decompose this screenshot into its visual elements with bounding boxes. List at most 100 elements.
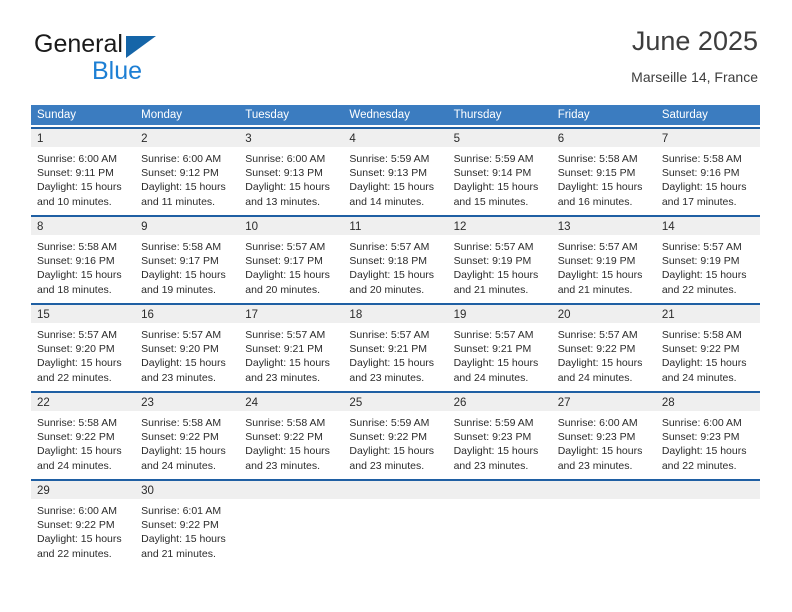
calendar-week-row: 22 Sunrise: 5:58 AM Sunset: 9:22 PM Dayligh… [31,391,760,479]
day-detail-line: Sunrise: 5:57 AM [453,241,534,253]
day-detail-line: Sunrise: 5:58 AM [661,153,742,165]
day-number-band: 14 [655,217,760,235]
calendar-day-cell[interactable]: 5 Sunrise: 5:59 AM Sunset: 9:14 PM Daylight… [447,129,552,215]
day-detail-line: Daylight: 15 hours [661,445,747,458]
day-number-band [447,481,552,499]
calendar-day-cell[interactable]: 27 Sunrise: 6:00 AM Sunset: 9:23 PM Dayligh… [551,393,656,479]
calendar-day-cell[interactable]: 18 Sunrise: 5:57 AM Sunset: 9:21 PM Dayligh… [343,305,448,391]
calendar-day-cell[interactable]: 25 Sunrise: 5:59 AM Sunset: 9:22 PM Dayligh… [343,393,448,479]
day-detail-line: and 23 minutes. [245,371,320,384]
calendar-day-cell[interactable]: 24 Sunrise: 5:58 AM Sunset: 9:22 PM Dayligh… [239,393,344,479]
calendar-day-cell[interactable]: 9 Sunrise: 5:58 AM Sunset: 9:17 PM Daylight… [135,217,240,303]
day-detail-line: Daylight: 15 hours [349,445,435,458]
day-details: Sunrise: 5:57 AM Sunset: 9:18 PM Daylight:… [343,235,447,297]
calendar-day-cell[interactable]: 26 Sunrise: 5:59 AM Sunset: 9:23 PM Dayligh… [447,393,552,479]
day-detail-line: and 20 minutes. [245,283,320,296]
day-detail-line: Sunrise: 5:57 AM [245,241,326,253]
day-detail-line: Sunrise: 5:57 AM [557,329,638,341]
day-detail-line: Sunset: 9:21 PM [349,343,428,356]
day-detail-line: and 23 minutes. [557,459,633,472]
day-number: 4 [349,133,356,145]
calendar-day-cell[interactable]: 3 Sunrise: 6:00 AM Sunset: 9:13 PM Daylight… [239,129,344,215]
calendar-day-cell[interactable]: 6 Sunrise: 5:58 AM Sunset: 9:15 PM Daylight… [551,129,656,215]
day-details: Sunrise: 6:00 AM Sunset: 9:23 PM Daylight:… [656,411,760,473]
day-number: 24 [245,397,259,409]
calendar-day-cell[interactable]: 21 Sunrise: 5:58 AM Sunset: 9:22 PM Dayligh… [655,305,760,391]
day-number: 25 [349,397,363,409]
day-detail-line: Sunset: 9:11 PM [37,167,114,180]
day-details: Sunrise: 6:00 AM Sunset: 9:22 PM Daylight:… [31,499,135,561]
calendar-day-cell[interactable]: 30 Sunrise: 6:01 AM Sunset: 9:22 PM Dayligh… [135,481,240,567]
day-detail-line: Sunset: 9:14 PM [453,167,532,180]
day-number-band: 27 [551,393,656,411]
day-detail-line: Sunrise: 6:00 AM [141,153,222,165]
calendar-day-cell[interactable]: 22 Sunrise: 5:58 AM Sunset: 9:22 PM Dayligh… [31,393,136,479]
day-number-band: 29 [31,481,136,499]
day-number: 12 [453,221,467,233]
day-detail-line: and 21 minutes. [557,283,633,296]
day-detail-line: Sunset: 9:16 PM [37,255,115,268]
day-number: 26 [453,397,467,409]
calendar-day-cell[interactable]: 29 Sunrise: 6:00 AM Sunset: 9:22 PM Dayligh… [31,481,136,567]
day-detail-line: Daylight: 15 hours [557,445,643,458]
day-detail-line: Daylight: 15 hours [661,269,747,282]
day-detail-line: Sunrise: 5:57 AM [557,241,638,253]
day-number-band: 19 [447,305,552,323]
calendar-day-cell[interactable]: 8 Sunrise: 5:58 AM Sunset: 9:16 PM Daylight… [31,217,136,303]
day-detail-line: Sunrise: 5:59 AM [453,153,534,165]
day-detail-line: Daylight: 15 hours [557,269,643,282]
day-number-band: 15 [31,305,136,323]
day-detail-line: and 23 minutes. [141,371,216,384]
day-detail-line: and 23 minutes. [349,459,425,472]
day-number: 17 [245,309,259,321]
calendar-day-cell[interactable]: 1 Sunrise: 6:00 AM Sunset: 9:11 PM Daylight… [31,129,136,215]
day-detail-line: Sunset: 9:22 PM [37,519,115,532]
weekday-header-tuesday: Tuesday [245,109,289,121]
day-detail-line: Sunrise: 5:57 AM [349,241,430,253]
day-detail-line: Sunset: 9:22 PM [557,343,636,356]
calendar-day-cell[interactable]: 14 Sunrise: 5:57 AM Sunset: 9:19 PM Dayligh… [655,217,760,303]
title-block: June 2025 Marseille 14, France [631,24,758,86]
calendar-day-cell[interactable]: 12 Sunrise: 5:57 AM Sunset: 9:19 PM Dayligh… [447,217,552,303]
day-detail-line: Sunset: 9:22 PM [141,519,219,532]
day-detail-line: and 17 minutes. [661,195,737,208]
day-detail-line: Sunset: 9:22 PM [661,343,740,356]
day-detail-line: and 22 minutes. [37,371,112,384]
day-details: Sunrise: 5:57 AM Sunset: 9:21 PM Daylight:… [343,323,447,385]
day-detail-line: and 13 minutes. [245,195,320,208]
day-detail-line: Sunset: 9:20 PM [37,343,115,356]
day-detail-line: Sunrise: 5:58 AM [661,329,742,341]
calendar-day-cell[interactable]: 28 Sunrise: 6:00 AM Sunset: 9:23 PM Dayligh… [655,393,760,479]
day-number-band: 22 [31,393,136,411]
day-number: 3 [245,133,252,145]
weekday-header-saturday: Saturday [661,109,708,121]
day-number-band: 4 [343,129,448,147]
calendar-day-cell[interactable]: 13 Sunrise: 5:57 AM Sunset: 9:19 PM Dayligh… [551,217,656,303]
day-detail-line: Daylight: 15 hours [453,357,539,370]
day-number: 2 [141,133,148,145]
calendar-day-cell[interactable]: 20 Sunrise: 5:57 AM Sunset: 9:22 PM Dayligh… [551,305,656,391]
day-number: 14 [661,221,675,233]
day-detail-line: Sunrise: 6:00 AM [37,153,117,165]
day-detail-line: Daylight: 15 hours [349,357,435,370]
day-detail-line: Sunset: 9:15 PM [557,167,636,180]
general-blue-logo[interactable]: General Blue [32,30,242,90]
calendar-day-cell[interactable]: 15 Sunrise: 5:57 AM Sunset: 9:20 PM Dayligh… [31,305,136,391]
day-detail-line: Sunset: 9:19 PM [557,255,636,268]
calendar-day-cell-empty [239,481,344,567]
calendar-day-cell[interactable]: 10 Sunrise: 5:57 AM Sunset: 9:17 PM Dayligh… [239,217,344,303]
day-detail-line: and 24 minutes. [37,459,112,472]
calendar-day-cell[interactable]: 17 Sunrise: 5:57 AM Sunset: 9:21 PM Dayligh… [239,305,344,391]
day-detail-line: Sunrise: 5:57 AM [245,329,326,341]
calendar-day-cell[interactable]: 19 Sunrise: 5:57 AM Sunset: 9:21 PM Dayligh… [447,305,552,391]
day-details: Sunrise: 5:57 AM Sunset: 9:22 PM Daylight:… [552,323,656,385]
calendar-day-cell[interactable]: 7 Sunrise: 5:58 AM Sunset: 9:16 PM Daylight… [655,129,760,215]
day-number-band: 23 [135,393,240,411]
calendar-day-cell[interactable]: 4 Sunrise: 5:59 AM Sunset: 9:13 PM Daylight… [343,129,448,215]
day-detail-line: Sunrise: 5:58 AM [245,417,326,429]
calendar-day-cell[interactable]: 2 Sunrise: 6:00 AM Sunset: 9:12 PM Daylight… [135,129,240,215]
calendar-day-cell[interactable]: 11 Sunrise: 5:57 AM Sunset: 9:18 PM Dayligh… [343,217,448,303]
calendar-day-cell[interactable]: 23 Sunrise: 5:58 AM Sunset: 9:22 PM Dayligh… [135,393,240,479]
day-number-band: 21 [655,305,760,323]
calendar-day-cell[interactable]: 16 Sunrise: 5:57 AM Sunset: 9:20 PM Dayligh… [135,305,240,391]
